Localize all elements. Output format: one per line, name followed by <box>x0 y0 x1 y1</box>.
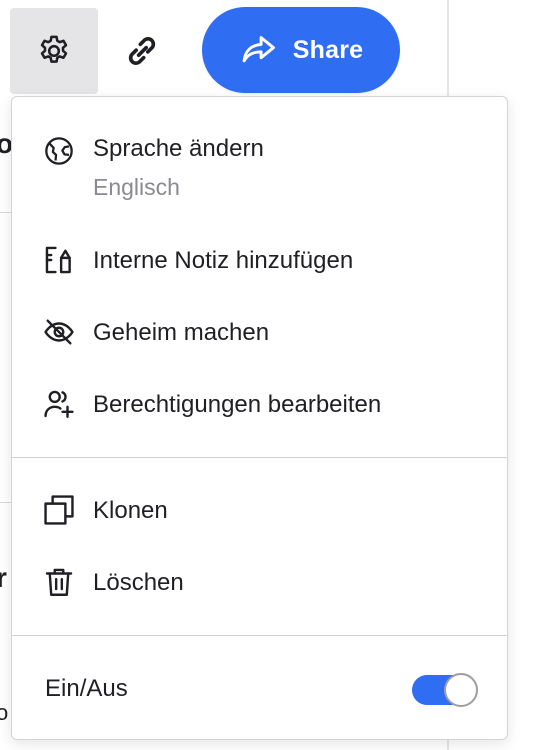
menu-item-on-off: Ein/Aus <box>12 667 507 717</box>
eye-off-icon <box>42 315 76 349</box>
menu-item-label: Löschen <box>93 569 184 596</box>
share-button[interactable]: Share <box>202 7 400 93</box>
menu-divider <box>12 635 507 636</box>
menu-item-clone[interactable]: Klonen <box>12 489 507 539</box>
menu-item-label: Geheim machen <box>93 319 270 346</box>
menu-item-delete[interactable]: Löschen <box>12 561 507 611</box>
on-off-toggle[interactable] <box>412 673 478 707</box>
gear-icon <box>36 33 72 69</box>
current-language: Englisch <box>93 174 180 200</box>
note-icon <box>42 243 76 277</box>
settings-button[interactable] <box>10 8 98 94</box>
share-arrow-icon <box>239 33 277 67</box>
menu-item-label: Berechtigungen bearbeiten <box>93 391 382 418</box>
trash-icon <box>42 565 76 599</box>
menu-item-label: Interne Notiz hinzufügen <box>93 247 354 274</box>
copy-link-button[interactable] <box>98 8 186 94</box>
toggle-knob[interactable] <box>444 673 478 707</box>
menu-item-make-secret[interactable]: Geheim machen <box>12 311 507 361</box>
share-label: Share <box>292 35 364 64</box>
menu-item-change-language[interactable]: Sprache ändern Englisch <box>12 127 507 207</box>
background-text-fragment: o <box>0 700 9 725</box>
menu-item-edit-permissions[interactable]: Berechtigungen bearbeiten <box>12 383 507 433</box>
menu-divider <box>12 457 507 458</box>
menu-item-label: Sprache ändern <box>93 135 264 162</box>
globe-icon <box>42 134 76 168</box>
link-icon <box>122 31 162 71</box>
menu-item-add-internal-note[interactable]: Interne Notiz hinzufügen <box>12 239 507 289</box>
menu-item-label: Klonen <box>93 497 168 524</box>
background-text-fragment: r <box>0 562 7 593</box>
copy-icon <box>42 493 76 527</box>
toggle-label: Ein/Aus <box>45 675 128 702</box>
user-add-icon <box>42 387 76 421</box>
settings-dropdown-menu: Sprache ändern Englisch Interne Notiz hi… <box>11 96 508 740</box>
